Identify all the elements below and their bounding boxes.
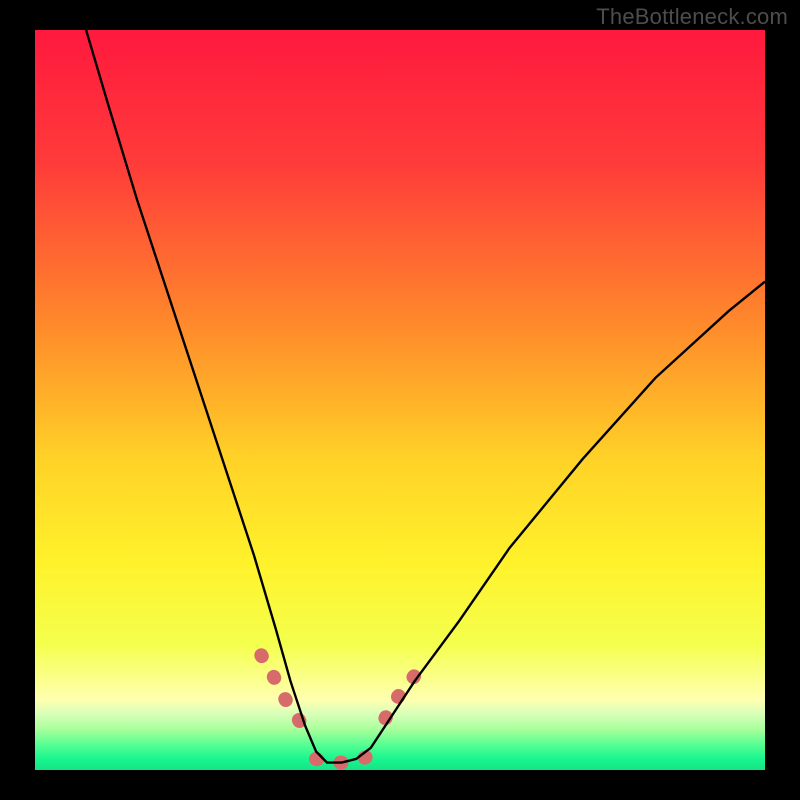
chart-frame: TheBottleneck.com xyxy=(0,0,800,800)
watermark-text: TheBottleneck.com xyxy=(596,4,788,30)
plot-background xyxy=(35,30,765,770)
bottleneck-plot xyxy=(0,0,800,800)
